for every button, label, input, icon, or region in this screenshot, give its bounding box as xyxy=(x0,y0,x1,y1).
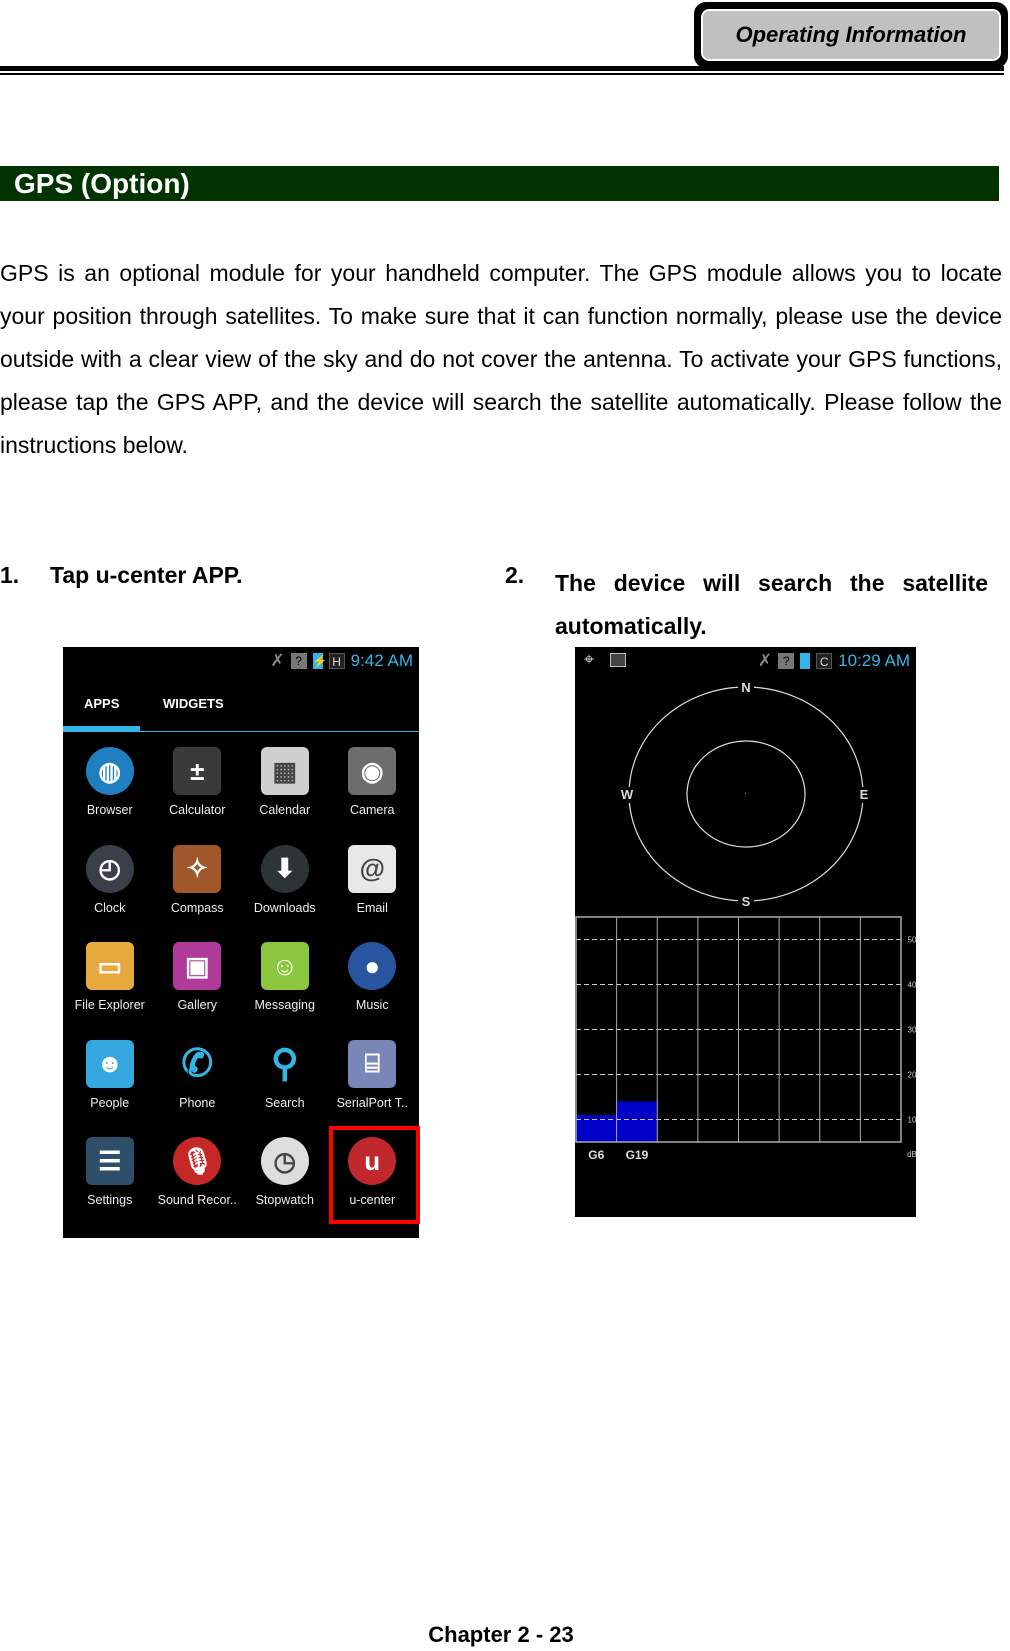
calculator-icon: ± xyxy=(173,747,222,795)
app-gallery[interactable]: ▣ Gallery xyxy=(154,932,242,1030)
header-rule-thin xyxy=(0,73,1004,75)
gallery-icon: ▣ xyxy=(173,942,222,990)
app-sound-recor[interactable]: 🎙 Sound Recor.. xyxy=(154,1127,242,1225)
app-drawer-screenshot: ✗ ? ⚡ H 9:42 AM APPS WIDGETS ◍ Browser ± Ca… xyxy=(63,647,420,1238)
app-email[interactable]: @ Email xyxy=(329,835,417,933)
app-camera[interactable]: ◉ Camera xyxy=(329,737,417,835)
app-label: People xyxy=(90,1095,130,1110)
y-tick-label: 10 xyxy=(908,1116,916,1125)
y-tick-label: 20 xyxy=(908,1071,916,1080)
app-clock[interactable]: ◴ Clock xyxy=(66,835,154,933)
camera-icon: ◉ xyxy=(348,747,397,795)
section-title: GPS (Option) xyxy=(0,166,999,201)
app-label: Compass xyxy=(170,900,224,915)
app-file-explorer[interactable]: ▭ File Explorer xyxy=(66,932,154,1030)
y-tick-label: 30 xyxy=(908,1026,916,1035)
gps-view: N E S W G6 G19 10 20 30 40 50 dB xyxy=(575,680,916,1162)
app-browser[interactable]: ◍ Browser xyxy=(66,737,154,835)
tab-widgets[interactable]: WIDGETS xyxy=(163,696,224,711)
header-rule xyxy=(0,66,1004,71)
compass-e: E xyxy=(860,787,869,802)
compass-icon: ✧ xyxy=(173,844,222,893)
app-label: Messaging xyxy=(254,998,315,1012)
folder-icon: ▭ xyxy=(85,942,134,990)
intro-paragraph: GPS is an optional module for your handh… xyxy=(0,260,1002,458)
app-messaging[interactable]: ☺ Messaging xyxy=(241,932,329,1030)
gps-screenshot: ✗ ? C 10:29 AM ⌖ NESW G6 G19 10 20 30 40 50 dB xyxy=(575,647,916,1217)
app-label: Settings xyxy=(87,1193,133,1207)
messaging-icon: ☺ xyxy=(260,942,309,990)
h-network-icon: H xyxy=(328,653,345,669)
status-bar: ✗ ? ⚡ H 9:42 AM xyxy=(270,651,413,671)
app-label: Search xyxy=(264,1095,305,1110)
y-unit-label: dB xyxy=(907,1150,916,1159)
music-speaker-icon: ● xyxy=(348,942,397,990)
status-time: 9:42 AM xyxy=(350,651,413,670)
app-label: Camera xyxy=(350,803,395,817)
people-icon: ☻ xyxy=(85,1039,134,1088)
app-label: SerialPort T.. xyxy=(336,1095,408,1110)
page-footer: Chapter 2 - 23 xyxy=(428,1622,574,1647)
y-tick-label: 40 xyxy=(908,981,916,990)
search-icon: ⚲ xyxy=(260,1039,309,1088)
tab-apps[interactable]: APPS xyxy=(84,696,119,711)
app-label: Music xyxy=(355,998,389,1012)
settings-icon: ☰ xyxy=(85,1137,134,1185)
calendar-icon: ▦ xyxy=(260,747,309,795)
email-icon: @ xyxy=(348,844,397,893)
app-calculator[interactable]: ± Calculator xyxy=(154,737,242,835)
compass-n: N xyxy=(741,680,750,695)
app-label: Calculator xyxy=(169,803,226,817)
step-1-text: Tap u-center APP. xyxy=(50,562,243,588)
download-icon: ⬇ xyxy=(260,844,309,893)
stopwatch-icon: ◷ xyxy=(260,1137,309,1185)
snr-bar-G19 xyxy=(616,1101,658,1142)
app-calendar[interactable]: ▦ Calendar xyxy=(241,737,329,835)
app-search[interactable]: ⚲ Search xyxy=(241,1030,329,1128)
app-stopwatch[interactable]: ◷ Stopwatch xyxy=(241,1127,329,1225)
chapter-tab-label: Operating Information xyxy=(700,8,1002,62)
compass-s: S xyxy=(742,894,751,909)
step-2-number: 2. xyxy=(505,562,525,588)
satellite-label: G19 xyxy=(626,1148,649,1162)
app-label: Calendar xyxy=(259,803,311,817)
microphone-icon: 🎙 xyxy=(173,1137,222,1185)
app-label: Clock xyxy=(94,900,126,915)
battery-charging-icon: ⚡ xyxy=(312,653,328,669)
app-downloads[interactable]: ⬇ Downloads xyxy=(241,835,329,933)
step-1-number: 1. xyxy=(0,562,20,588)
app-label: Browser xyxy=(86,803,133,817)
globe-icon: ◍ xyxy=(85,747,134,795)
no-sim-signal-icon: ? xyxy=(290,653,307,669)
clock-icon: ◴ xyxy=(85,844,134,893)
app-label: Email xyxy=(356,900,388,915)
app-label: File Explorer xyxy=(74,998,145,1012)
app-grid: ◍ Browser ± Calculator ▦ Calendar ◉ Camera ◴ Cloc… xyxy=(66,737,420,1225)
app-label: Sound Recor.. xyxy=(157,1193,237,1207)
serial-port-icon: ⌸ xyxy=(348,1039,397,1088)
app-label: Downloads xyxy=(253,900,316,915)
phone-icon: ✆ xyxy=(173,1039,222,1088)
y-tick-label: 50 xyxy=(908,936,916,945)
mute-icon: ✗ xyxy=(270,651,285,670)
app-music[interactable]: ● Music xyxy=(329,932,417,1030)
app-compass[interactable]: ✧ Compass xyxy=(154,835,242,933)
compass-w: W xyxy=(621,787,634,802)
app-label: Gallery xyxy=(177,998,218,1012)
app-label: Phone xyxy=(179,1095,216,1110)
step-2-text: The device will search the satellite aut… xyxy=(555,570,988,639)
satellite-label: G6 xyxy=(588,1148,604,1162)
app-people[interactable]: ☻ People xyxy=(66,1030,154,1128)
tab-divider xyxy=(63,731,419,732)
chapter-tab: Operating Information xyxy=(694,2,1008,68)
highlight-box xyxy=(328,1126,420,1224)
app-serialport-t[interactable]: ⌸ SerialPort T.. xyxy=(329,1030,417,1128)
app-label: Stopwatch xyxy=(255,1193,314,1207)
app-u-center[interactable]: u u-center xyxy=(328,1126,420,1225)
app-phone[interactable]: ✆ Phone xyxy=(154,1030,242,1128)
app-settings[interactable]: ☰ Settings xyxy=(66,1127,154,1225)
